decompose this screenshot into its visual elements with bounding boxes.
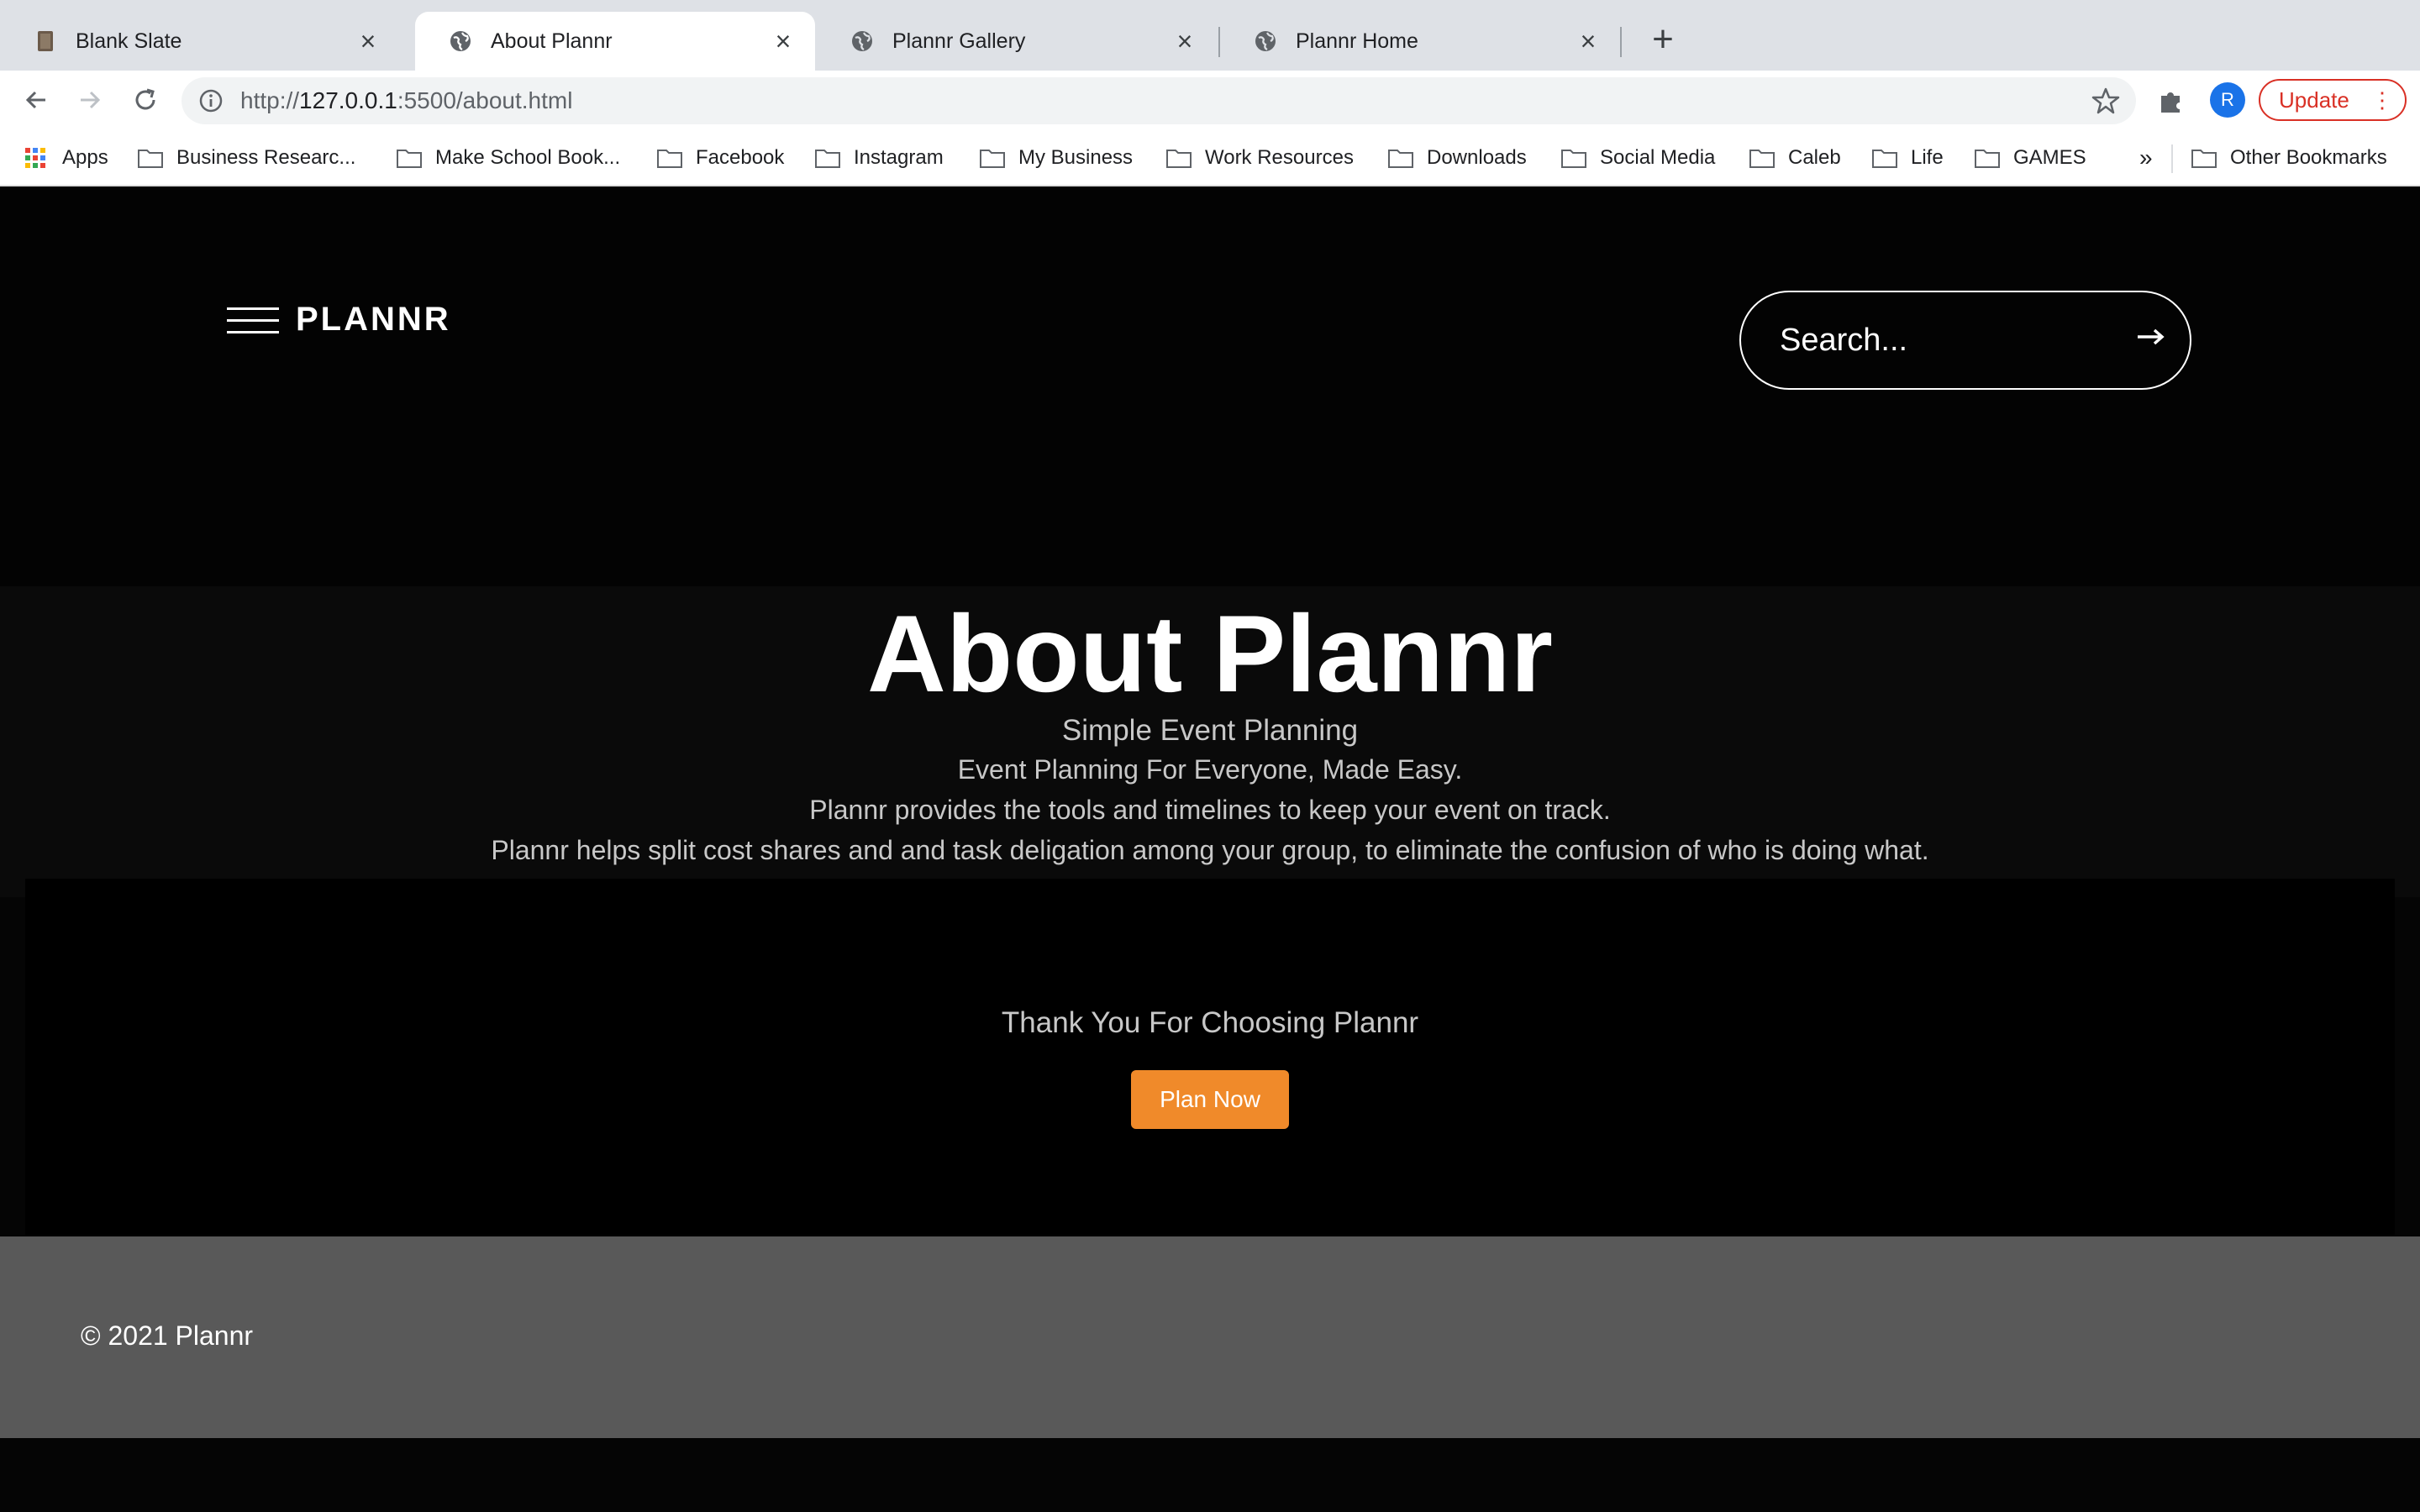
reload-button[interactable] (124, 79, 166, 121)
bookmark-folder[interactable]: Social Media (1561, 141, 1715, 175)
bookmark-label: Apps (62, 146, 108, 169)
folder-icon (657, 150, 682, 168)
folder-icon (397, 150, 422, 168)
site-header: PLANNR (0, 186, 2420, 586)
close-tab-icon[interactable]: × (768, 26, 798, 57)
close-tab-icon[interactable]: × (1170, 26, 1200, 57)
bookmark-folder[interactable]: Caleb (1749, 141, 1841, 175)
search-box (1739, 291, 2191, 390)
folder-icon (815, 150, 840, 168)
bookmark-folder[interactable]: Downloads (1388, 141, 1527, 175)
forward-button[interactable] (69, 79, 111, 121)
apps-grid-icon (25, 148, 45, 168)
book-favicon-icon (38, 31, 53, 51)
hamburger-menu-icon[interactable] (227, 307, 279, 334)
bookmarks-separator (2171, 144, 2173, 173)
tab-separator (1620, 27, 1622, 57)
address-bar[interactable]: http://127.0.0.1:5500/about.html (182, 77, 2136, 124)
bookmark-label: Make School Book... (435, 146, 621, 169)
folder-icon (1872, 150, 1897, 168)
about-text-line: Plannr helps split cost shares and and t… (491, 835, 1929, 865)
bookmarks-overflow-button[interactable]: » (2139, 141, 2153, 175)
folder-icon (980, 150, 1005, 168)
back-button[interactable] (15, 79, 57, 121)
url-scheme: http:// (240, 87, 300, 113)
extensions-puzzle-icon[interactable] (2156, 86, 2186, 116)
forward-arrow-icon (81, 91, 101, 109)
bookmark-label: Life (1911, 146, 1944, 169)
tab-title: Plannr Home (1296, 29, 1418, 53)
folder-icon (1166, 150, 1192, 168)
url-path: :5500/about.html (397, 87, 573, 113)
bookmark-folder[interactable]: Facebook (657, 141, 784, 175)
thank-you-text: Thank You For Choosing Plannr (1001, 1006, 1419, 1039)
arrow-right-icon[interactable] (2136, 324, 2166, 349)
bookmark-label: GAMES (2013, 146, 2086, 169)
folder-icon (1749, 150, 1775, 168)
bookmark-label: Social Media (1600, 146, 1716, 169)
bookmark-folder[interactable]: My Business (980, 141, 1133, 175)
bookmark-folder[interactable]: Make School Book... (397, 141, 620, 175)
bookmarks-bar: Apps Business Researc... Make School Boo… (0, 129, 2420, 186)
browser-tab-bar: Blank Slate × About Plannr × Plannr Gall… (0, 0, 2420, 71)
page-title: About Plannr (866, 592, 1554, 715)
folder-icon (1975, 150, 2000, 168)
url-text: http://127.0.0.1:5500/about.html (240, 87, 572, 114)
bookmark-star-icon[interactable] (2091, 86, 2121, 116)
new-tab-button[interactable]: + (1642, 18, 1684, 60)
copyright-text: © 2021 Plannr (81, 1320, 254, 1351)
tab-blank-slate[interactable]: Blank Slate × (0, 12, 400, 71)
about-section: About Plannr Simple Event Planning Event… (0, 586, 2420, 897)
close-tab-icon[interactable]: × (353, 26, 383, 57)
url-host: 127.0.0.1 (299, 87, 397, 113)
globe-icon (1255, 31, 1276, 51)
tab-title: About Plannr (491, 29, 613, 53)
close-tab-icon[interactable]: × (1573, 26, 1603, 57)
folder-icon (1561, 150, 1586, 168)
page-content: PLANNR About Plannr Simple Event Plannin… (0, 186, 2420, 1512)
plan-now-button[interactable]: Plan Now (1131, 1070, 1289, 1129)
info-icon[interactable] (198, 88, 224, 113)
bookmark-label: Downloads (1427, 146, 1527, 169)
bookmark-folder[interactable]: Instagram (815, 141, 944, 175)
folder-icon (2191, 150, 2217, 168)
about-text-line: Plannr provides the tools and timelines … (809, 795, 1611, 825)
more-menu-icon[interactable]: ⋮ (2371, 87, 2393, 113)
bookmark-folder[interactable]: Life (1872, 141, 1944, 175)
search-input[interactable] (1778, 321, 2118, 360)
bookmark-folder[interactable]: Business Researc... (138, 141, 355, 175)
folder-icon (1388, 150, 1413, 168)
bookmark-folder[interactable]: Work Resources (1166, 141, 1354, 175)
bookmark-label: Work Resources (1205, 146, 1354, 169)
bookmark-label: Other Bookmarks (2230, 146, 2387, 169)
tab-plannr-home[interactable]: Plannr Home × (1220, 12, 1620, 71)
site-footer: © 2021 Plannr (0, 1236, 2420, 1438)
folder-icon (138, 150, 163, 168)
update-label: Update (2279, 87, 2349, 113)
tab-title: Blank Slate (76, 29, 182, 53)
bookmark-label: Caleb (1788, 146, 1841, 169)
globe-icon (450, 31, 471, 51)
about-text-line: Event Planning For Everyone, Made Easy. (957, 754, 1463, 785)
reload-icon (135, 88, 155, 110)
cta-section: Thank You For Choosing Plannr Plan Now (25, 879, 2395, 1235)
bookmark-label: My Business (1018, 146, 1134, 169)
site-logo[interactable]: PLANNR (296, 301, 451, 339)
bookmark-label: Facebook (696, 146, 785, 169)
bookmark-label: Instagram (854, 146, 944, 169)
tab-plannr-gallery[interactable]: Plannr Gallery × (817, 12, 1217, 71)
profile-avatar[interactable]: R (2210, 82, 2245, 118)
globe-icon (852, 31, 872, 51)
about-subtitle: Simple Event Planning (1061, 714, 1359, 747)
browser-toolbar: http://127.0.0.1:5500/about.html R Updat… (0, 71, 2420, 129)
back-arrow-icon (25, 91, 45, 109)
tab-about-plannr[interactable]: About Plannr × (415, 12, 815, 71)
update-button[interactable]: Update ⋮ (2259, 79, 2407, 121)
bookmark-apps[interactable]: Apps (24, 141, 108, 175)
other-bookmarks[interactable]: Other Bookmarks (2191, 141, 2387, 175)
tab-title: Plannr Gallery (892, 29, 1026, 53)
bookmark-folder[interactable]: GAMES (1975, 141, 2086, 175)
bookmark-label: Business Researc... (176, 146, 356, 169)
